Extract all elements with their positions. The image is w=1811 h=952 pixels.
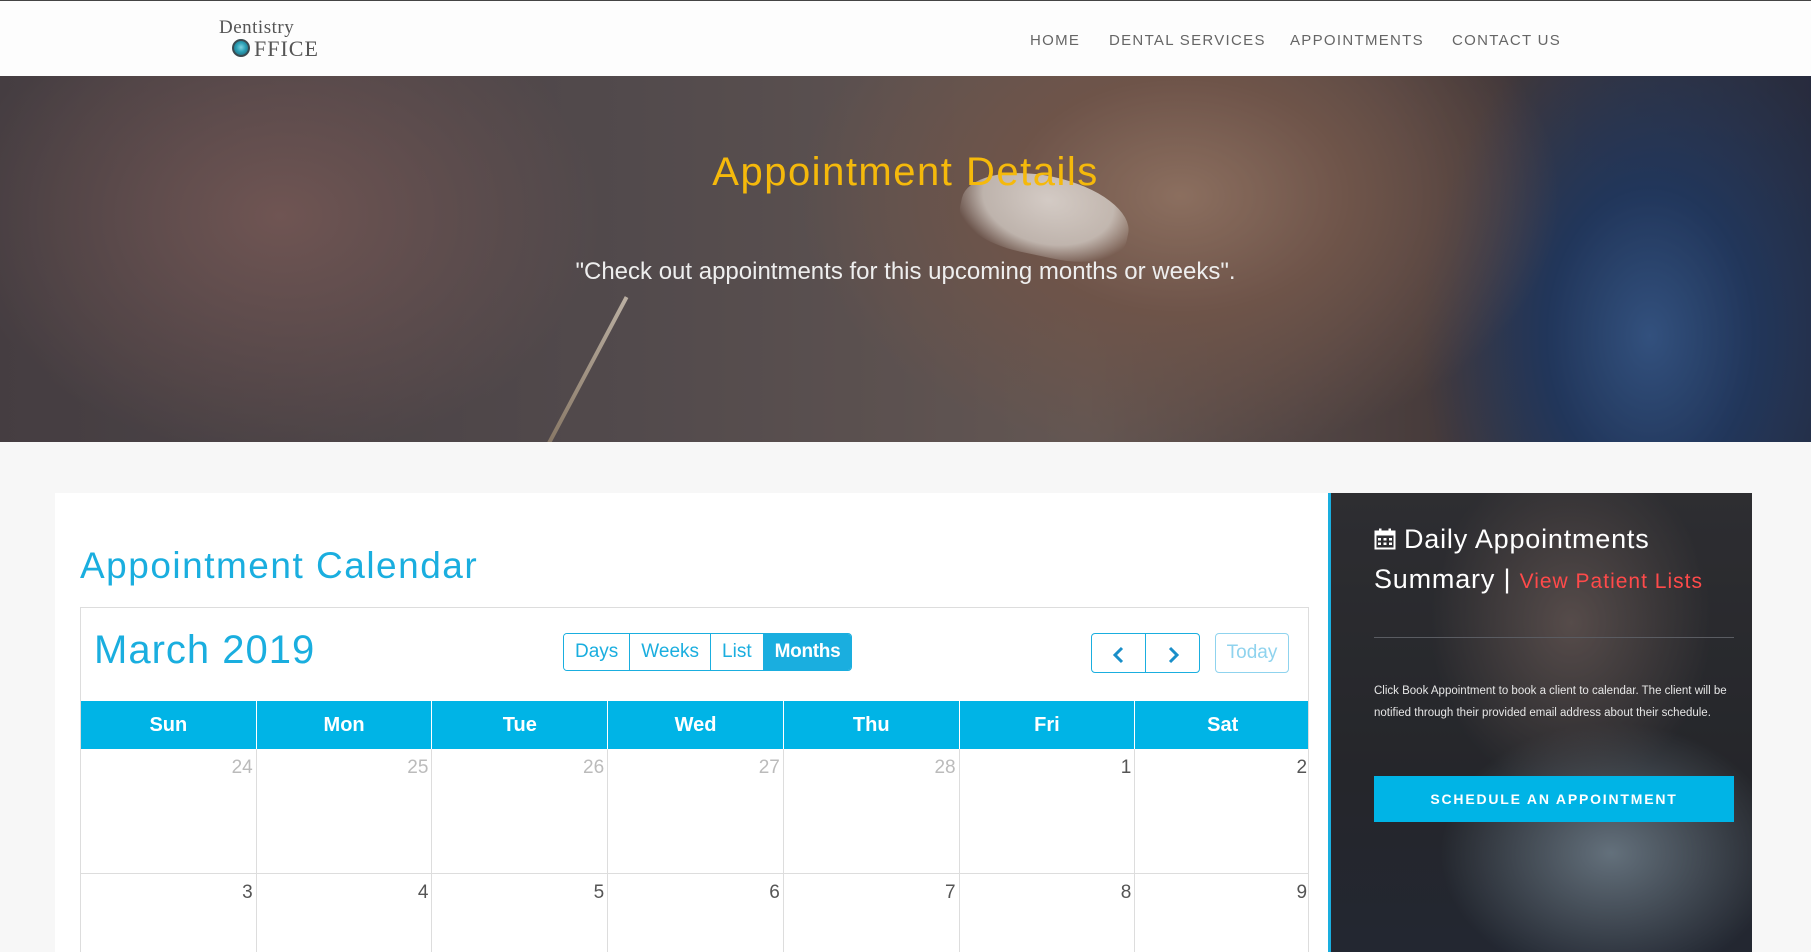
day-cell[interactable]: 27 <box>608 749 784 874</box>
today-button[interactable]: Today <box>1215 633 1289 673</box>
weekday-fri: Fri <box>960 701 1136 749</box>
tooth-logo-icon <box>232 39 250 57</box>
day-cell[interactable]: 8 <box>960 874 1136 952</box>
daily-summary-panel: Daily Appointments Summary | View Patien… <box>1328 493 1752 952</box>
day-cell[interactable]: 26 <box>432 749 609 874</box>
day-cell[interactable]: 3 <box>81 874 257 952</box>
weekday-thu: Thu <box>784 701 960 749</box>
month-title: March 2019 <box>94 628 316 672</box>
day-number: 1 <box>1120 757 1132 778</box>
day-cell[interactable]: 5 <box>432 874 609 952</box>
calendar-heading: Appointment Calendar <box>80 545 479 586</box>
next-month-button[interactable] <box>1146 634 1199 672</box>
summary-description: Click Book Appointment to book a client … <box>1374 685 1727 719</box>
weekday-sat: Sat <box>1207 714 1239 736</box>
day-number: 28 <box>934 757 956 778</box>
view-weeks-button[interactable]: Weeks <box>630 634 712 670</box>
week-row: 24 25 26 27 28 1 2 <box>81 749 1308 874</box>
month-navigation <box>1091 633 1200 673</box>
day-cell[interactable]: 7 <box>784 874 960 952</box>
calendar-icon <box>1374 528 1396 550</box>
view-days-button[interactable]: Days <box>564 634 631 670</box>
day-cell[interactable]: 6 <box>608 874 784 952</box>
day-cell[interactable]: 25 <box>256 749 433 874</box>
weekday-wed: Wed <box>608 701 784 749</box>
day-cell[interactable]: 28 <box>783 749 960 874</box>
logo-office-text: FFICE <box>254 36 319 61</box>
day-number: 7 <box>945 882 956 903</box>
day-number: 8 <box>1120 882 1132 903</box>
day-number: 6 <box>769 882 780 903</box>
day-number: 24 <box>231 757 253 778</box>
nav-appointments[interactable]: APPOINTMENTS <box>1290 32 1424 49</box>
hero-title: Appointment Details <box>712 150 1099 194</box>
top-navbar: Dentistry FFICE HOME DENTAL SERVICES APP… <box>0 0 1811 76</box>
calendar-card: Appointment Calendar March 2019 Days Wee… <box>55 493 1330 952</box>
day-number: 26 <box>583 757 605 778</box>
summary-divider <box>1374 637 1734 638</box>
day-number: 9 <box>1296 882 1308 903</box>
view-patient-lists-link[interactable]: View Patient Lists <box>1520 570 1703 593</box>
day-number: 2 <box>1296 757 1308 778</box>
chevron-right-icon <box>1168 646 1179 664</box>
day-number: 4 <box>417 882 429 903</box>
hero-dental-probe-image <box>535 296 629 442</box>
hero-subtitle: "Check out appointments for this upcomin… <box>575 258 1236 285</box>
hero-banner: Appointment Details "Check out appointme… <box>0 76 1811 442</box>
view-months-button[interactable]: Months <box>763 634 852 670</box>
weekday-sun: Sun <box>81 701 257 749</box>
day-cell[interactable]: 24 <box>81 749 257 874</box>
day-number: 3 <box>242 882 253 903</box>
title-separator: | <box>1503 564 1512 594</box>
day-cell[interactable]: 4 <box>257 874 433 952</box>
nav-dental-services[interactable]: DENTAL SERVICES <box>1109 32 1266 49</box>
day-number: 5 <box>593 882 605 903</box>
view-switcher: Days Weeks List Months <box>563 633 853 671</box>
calendar-widget: March 2019 Days Weeks List Months Today … <box>80 607 1309 952</box>
day-number: 25 <box>407 757 429 778</box>
summary-title-block: Daily Appointments Summary | View Patien… <box>1374 519 1734 602</box>
day-cell[interactable]: 2 <box>1135 749 1308 874</box>
chevron-left-icon <box>1112 646 1123 664</box>
prev-month-button[interactable] <box>1092 634 1146 672</box>
week-row: 3 4 5 6 7 8 9 <box>81 874 1308 952</box>
day-cell[interactable]: 9 <box>1135 874 1308 952</box>
view-list-button[interactable]: List <box>711 634 764 670</box>
day-cell[interactable]: 1 <box>959 749 1136 874</box>
nav-contact-us[interactable]: CONTACT US <box>1452 32 1561 49</box>
site-logo[interactable]: Dentistry FFICE <box>216 15 328 63</box>
weekday-mon: Mon <box>257 701 433 749</box>
nav-home[interactable]: HOME <box>1030 32 1080 49</box>
weekday-header: Sun Mon Tue Wed Thu Fri Sat <box>81 701 1308 749</box>
schedule-appointment-button[interactable]: SCHEDULE AN APPOINTMENT <box>1374 776 1734 822</box>
weekday-tue: Tue <box>432 701 609 749</box>
day-number: 27 <box>758 757 780 778</box>
